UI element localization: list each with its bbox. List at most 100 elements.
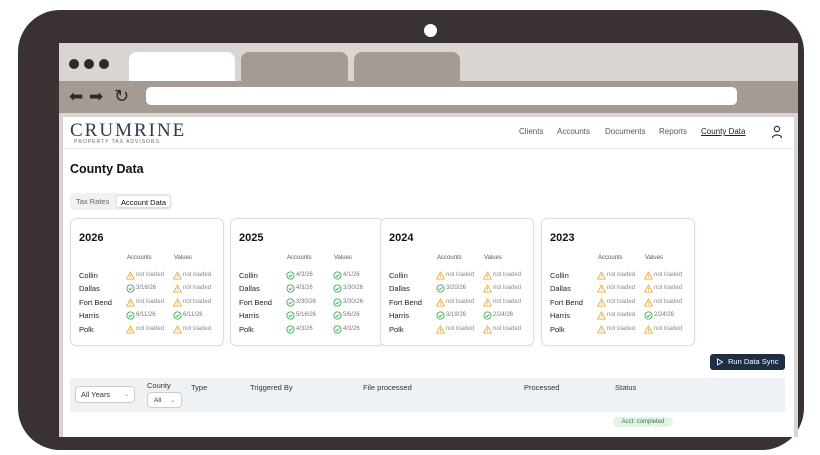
county-name: Polk	[239, 325, 254, 334]
column-header-type[interactable]: Type	[191, 383, 207, 392]
check-circle-icon	[333, 311, 343, 320]
year-card: 2026 Accounts Values Collin not loaded not lo…	[70, 218, 224, 346]
check-circle-icon	[286, 298, 296, 307]
county-name: Dallas	[79, 284, 100, 293]
values-status-text: not loaded	[493, 299, 522, 305]
values-status-text: 2/24/26	[493, 312, 514, 318]
county-name: Collin	[389, 271, 408, 280]
column-header-accounts: Accounts	[437, 255, 462, 261]
nav-link-clients[interactable]: Clients	[519, 127, 543, 137]
accounts-status: 3/16/26	[126, 284, 156, 293]
year-filter-select[interactable]: All Years ⌄	[75, 386, 135, 403]
values-status-text: not loaded	[183, 272, 212, 278]
accounts-status: not loaded	[126, 298, 164, 307]
values-status: 4/1/26	[333, 271, 360, 280]
column-header-file-processed[interactable]: File processed	[363, 383, 412, 392]
warning-triangle-icon	[483, 284, 493, 293]
tab-tax-rates[interactable]: Tax Rates	[72, 195, 113, 208]
values-status: not loaded	[644, 298, 682, 307]
values-status-text: not loaded	[654, 299, 683, 305]
county-name: Polk	[79, 325, 94, 334]
warning-triangle-icon	[483, 325, 493, 334]
values-status-text: not loaded	[493, 326, 522, 332]
nav-link-documents[interactable]: Documents	[605, 127, 645, 137]
app-header: CRUMRINE PROPERTY TAX ADVISORS Clients A…	[63, 117, 794, 149]
accounts-status: not loaded	[126, 271, 164, 280]
county-name: Harris	[239, 311, 259, 320]
column-header-values: Values	[484, 255, 502, 261]
window-control-dot[interactable]	[99, 59, 109, 69]
warning-triangle-icon	[436, 325, 446, 334]
address-bar[interactable]	[146, 87, 737, 105]
nav-link-reports[interactable]: Reports	[659, 127, 687, 137]
accounts-status-text: not loaded	[607, 272, 636, 278]
accounts-status: not loaded	[597, 311, 635, 320]
chevron-down-icon: ⌄	[124, 391, 130, 398]
county-name: Harris	[79, 311, 99, 320]
warning-triangle-icon	[173, 325, 183, 334]
column-header-values: Values	[174, 255, 192, 261]
nav-link-county-data[interactable]: County Data	[701, 127, 745, 137]
accounts-status-text: not loaded	[607, 312, 636, 318]
sync-table-header: All Years ⌄ County All ⌄ Type Triggered …	[70, 378, 785, 412]
play-icon	[717, 358, 724, 366]
window-control-dot[interactable]	[84, 59, 94, 69]
column-header-values: Values	[645, 255, 663, 261]
browser-tab[interactable]	[354, 52, 460, 81]
values-status: not loaded	[483, 271, 521, 280]
card-year: 2025	[239, 232, 264, 244]
values-status-text: 3/30/26	[343, 285, 364, 291]
tab-bar	[59, 43, 798, 81]
accounts-status-text: 3/16/26	[136, 285, 157, 291]
check-circle-icon	[126, 311, 136, 320]
run-data-sync-button[interactable]: Run Data Sync	[710, 354, 785, 370]
accounts-status: 3/20/26	[436, 284, 466, 293]
accounts-status: not loaded	[126, 325, 164, 334]
warning-triangle-icon	[597, 311, 607, 320]
column-header-processed[interactable]: Processed	[524, 383, 559, 392]
browser-tab-active[interactable]	[129, 52, 235, 81]
column-header-status[interactable]: Status	[615, 383, 636, 392]
check-circle-icon	[333, 284, 343, 293]
accounts-status-text: not loaded	[136, 299, 165, 305]
user-icon[interactable]	[771, 125, 783, 139]
county-name: Collin	[79, 271, 98, 280]
warning-triangle-icon	[483, 271, 493, 280]
accounts-status: 4/3/26	[286, 271, 313, 280]
year-card: 2024 Accounts Values Collin not loaded not lo…	[380, 218, 534, 346]
accounts-status: not loaded	[597, 298, 635, 307]
values-status: not loaded	[173, 325, 211, 334]
accounts-status-text: not loaded	[446, 299, 475, 305]
column-header-accounts: Accounts	[598, 255, 623, 261]
tab-account-data[interactable]: Account Data	[116, 195, 172, 208]
year-filter-value: All Years	[81, 390, 111, 399]
county-name: Dallas	[550, 284, 571, 293]
accounts-status-text: not loaded	[607, 285, 636, 291]
county-filter-value: All	[154, 397, 162, 404]
browser-tab[interactable]	[241, 52, 348, 81]
column-header-values: Values	[334, 255, 352, 261]
county-filter-label: County	[147, 381, 171, 390]
values-status-text: not loaded	[183, 285, 212, 291]
logo-tagline: PROPERTY TAX ADVISORS	[74, 139, 160, 145]
accounts-status-text: not loaded	[136, 326, 165, 332]
accounts-status-text: 3/19/26	[446, 312, 467, 318]
arrow-left-icon[interactable]: ⬅	[69, 87, 83, 107]
nav-link-accounts[interactable]: Accounts	[557, 127, 590, 137]
county-filter-select[interactable]: All ⌄	[147, 392, 182, 408]
window-control-dot[interactable]	[69, 59, 79, 69]
accounts-status-text: 4/3/26	[296, 272, 313, 278]
column-header-triggered-by[interactable]: Triggered By	[250, 383, 293, 392]
logo-text: CRUMRINE	[70, 120, 187, 141]
arrow-right-icon[interactable]: ➡	[89, 87, 103, 107]
values-status-text: 6/11/26	[183, 312, 203, 318]
county-name: Polk	[389, 325, 404, 334]
county-name: Fort Bend	[389, 298, 422, 307]
reload-icon[interactable]: ↻	[114, 87, 129, 107]
values-status: not loaded	[483, 325, 521, 334]
values-status: not loaded	[173, 271, 211, 280]
values-status-text: 4/1/26	[343, 272, 360, 278]
status-badge: Acct: completed	[613, 417, 673, 427]
warning-triangle-icon	[126, 298, 136, 307]
values-status: not loaded	[644, 284, 682, 293]
